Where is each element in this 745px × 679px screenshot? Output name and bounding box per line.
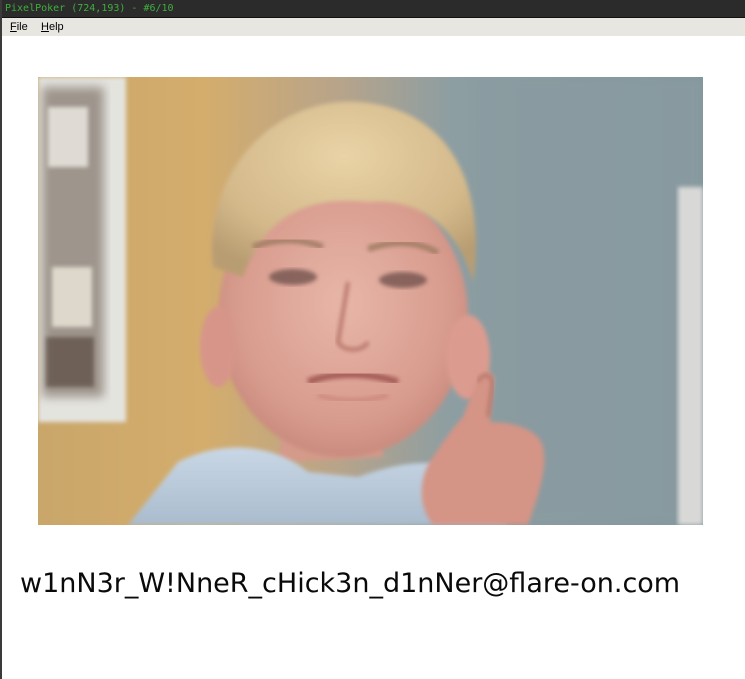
menu-file-mnemonic: F (10, 21, 17, 33)
menu-help[interactable]: Help (41, 20, 64, 34)
title-bar[interactable]: PixelPoker (724,193) - #6/10 (2, 0, 745, 18)
menu-file-label: ile (16, 21, 28, 33)
menu-bar: File Help (2, 18, 745, 36)
boy-thumbs-up-picture (38, 77, 703, 525)
winner-message: w1nN3r_W!NneR_cHick3n_d1nNer@flare-on.co… (20, 568, 681, 599)
menu-help-mnemonic: H (41, 21, 49, 33)
result-image[interactable] (38, 77, 703, 525)
menu-file[interactable]: File (10, 20, 28, 34)
pixelpoker-window: PixelPoker (724,193) - #6/10 File Help w… (0, 0, 745, 679)
menu-help-label: elp (48, 21, 64, 33)
window-title: PixelPoker (724,193) - #6/10 (5, 3, 174, 14)
